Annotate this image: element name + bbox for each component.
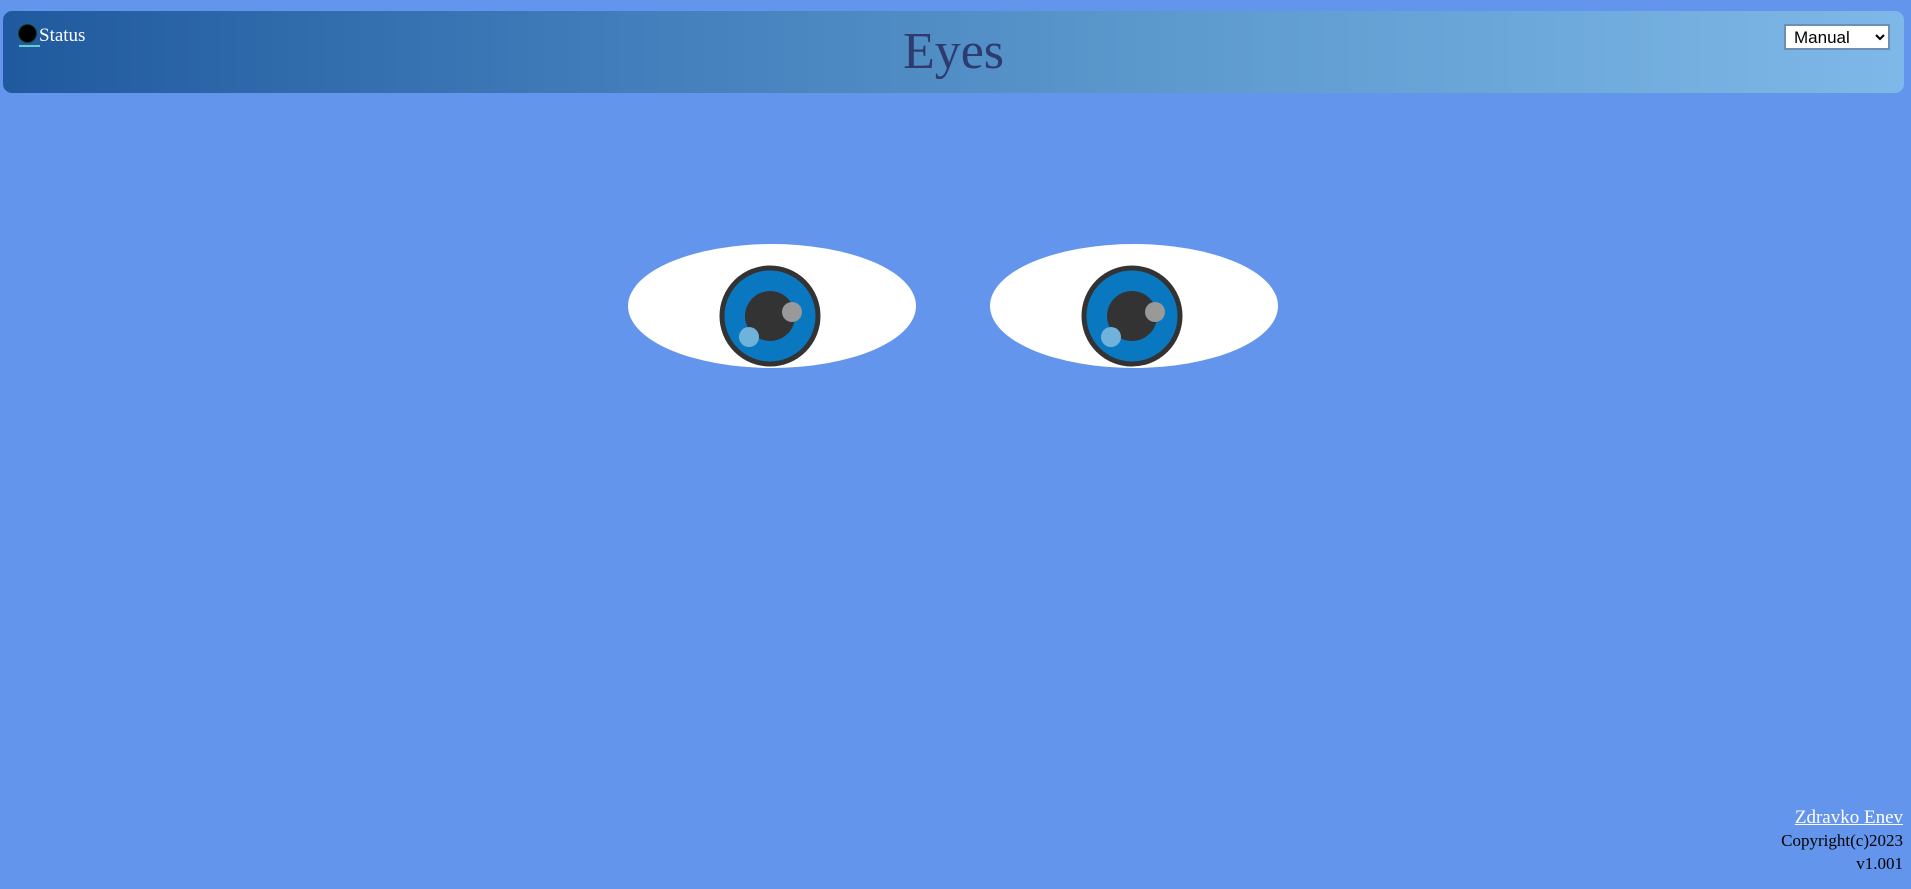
- eyes-canvas: [628, 244, 1278, 368]
- right-eye-highlight-large: [1145, 302, 1165, 322]
- left-eye-highlight-small: [739, 327, 759, 347]
- author-link[interactable]: Zdravko Enev: [1795, 807, 1903, 828]
- left-eye-highlight-large: [782, 302, 802, 322]
- right-eye[interactable]: [990, 244, 1278, 368]
- left-eye[interactable]: [628, 244, 916, 368]
- right-eye-highlight-small: [1101, 327, 1121, 347]
- footer: Zdravko Enev Copyright(c)2023 v1.001: [1781, 806, 1903, 875]
- version-text: v1.001: [1856, 854, 1903, 873]
- copyright-text: Copyright(c)2023: [1781, 831, 1903, 850]
